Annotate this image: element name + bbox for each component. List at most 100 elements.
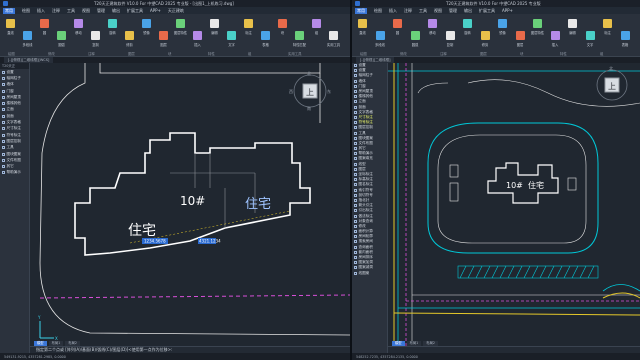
ribbon-button[interactable]: 旋转 (105, 16, 120, 35)
ribbon-button[interactable]: 图层特性 (530, 16, 545, 35)
ribbon-button[interactable]: 表格 (258, 28, 273, 47)
menu-square-icon (354, 79, 357, 83)
menu-item[interactable]: APP+ (502, 8, 513, 13)
ribbon-button[interactable]: 图层 (156, 28, 171, 47)
ribbon-button[interactable]: 文字 (224, 28, 239, 47)
menu-item[interactable]: 注释 (404, 8, 412, 14)
ribbon-button[interactable]: 圆 (37, 16, 52, 35)
ribbon-button[interactable]: 表格 (618, 28, 633, 47)
ribbon-button[interactable]: 图层 (513, 28, 528, 47)
ribbon-button[interactable]: 移动 (71, 16, 86, 35)
menu-item[interactable]: 常用 (3, 7, 15, 14)
menu-square-icon (2, 70, 5, 74)
cad-drawing: 10# 住宅 住宅 1234.5678 4321.1234 上 北 南 东 西 … (37, 63, 350, 341)
menu-item[interactable]: 管理 (449, 8, 457, 14)
command-line[interactable] (388, 346, 640, 353)
sidebar-item-label: 图块图案 (6, 151, 21, 156)
ribbon-button[interactable]: 修剪 (122, 28, 137, 47)
drawing-canvas[interactable]: 10# 住宅 住宅 1234.5678 4321.1234 上 北 南 东 西 … (30, 63, 350, 346)
menu-item[interactable]: 输出 (112, 8, 120, 14)
ribbon-button[interactable]: 多段线 (373, 28, 388, 47)
menu-item[interactable]: 工具 (419, 8, 427, 14)
ribbon-button[interactable]: 编辑 (207, 16, 222, 35)
menu-square-icon (354, 230, 357, 234)
menu-item[interactable]: 扩展工具 (127, 8, 143, 14)
ribbon-button-label: 多段线 (375, 43, 385, 47)
ribbon-button[interactable]: 镜像 (495, 16, 510, 35)
ribbon-button[interactable]: 实用工具 (326, 28, 341, 47)
tool-icon (533, 19, 542, 28)
menu-item[interactable]: 常用 (355, 7, 367, 14)
menu-item[interactable]: 天正建筑 (168, 8, 184, 14)
ribbon-button-label: 文字 (586, 43, 594, 47)
app-icon[interactable] (3, 1, 8, 6)
menu-square-icon (354, 100, 357, 104)
menu-item[interactable]: 输出 (464, 8, 472, 14)
menu-square-icon (354, 105, 357, 109)
drawing-canvas[interactable]: 10# 住宅 上 北 (388, 63, 640, 346)
menu-square-icon (354, 152, 357, 156)
menu-item[interactable]: 插入 (37, 8, 45, 14)
tool-icon (6, 19, 15, 28)
menu-item[interactable]: APP+ (150, 8, 161, 13)
ribbon-button[interactable]: 插入 (190, 28, 205, 47)
menu-item[interactable]: 扩展工具 (479, 8, 495, 14)
sidebar-item-label: 文件布图 (6, 157, 21, 162)
menu-item[interactable]: 注释 (52, 8, 60, 14)
menu-item[interactable]: 绘图 (374, 8, 382, 14)
ribbon-button[interactable]: 直线 (355, 16, 370, 35)
ribbon-button-label: 标注 (245, 31, 252, 35)
command-line[interactable]: 指定第二个点或 [阵列(A)/基面(B)/弧线(C)/图层(D)]<使用第一点作… (30, 346, 350, 353)
menu-square-icon (2, 102, 5, 106)
ribbon-button-label: 文字 (228, 43, 235, 47)
ribbon-button[interactable]: 镜像 (139, 16, 154, 35)
ribbon-button[interactable]: 复制 (88, 28, 103, 47)
ribbon-group-label: 特性 (208, 52, 215, 56)
ribbon-button[interactable]: 组 (309, 16, 324, 35)
ribbon-button[interactable]: 修剪 (478, 28, 493, 47)
ribbon-button[interactable]: 多段线 (20, 28, 35, 47)
sidebar-item-label: 其它 (6, 164, 14, 169)
ribbon-button[interactable]: 特性匹配 (292, 28, 307, 47)
ribbon-button[interactable]: 直线 (3, 16, 18, 35)
ribbon-button[interactable]: 编辑 (565, 16, 580, 35)
menu-item[interactable]: 视图 (82, 8, 90, 14)
menu-square-icon (2, 139, 5, 143)
app-icon[interactable] (355, 1, 360, 6)
menu-item[interactable]: 工具 (67, 8, 75, 14)
tangent-sidebar: 设置 设置 轴网柱子 墙体 门窗 房间屋顶 楼梯其他 立面 剖面 文字表格 尺寸标注 符号标注 图层控制… (352, 63, 388, 360)
ribbon-button[interactable]: 圆弧 (408, 28, 423, 47)
ribbon-button-label: 复制 (92, 43, 99, 47)
ribbon-button-label: 圆弧 (58, 43, 65, 47)
sidebar-item[interactable]: 线图案 (352, 271, 387, 276)
residence-label-blue: 住宅 (245, 197, 271, 212)
ribbon-button[interactable]: 文字 (583, 28, 598, 47)
menu-square-icon (354, 84, 357, 88)
menu-bar: 常用 绘图 插入 注释 工具 视图 管理 输出 扩展工具 APP+ 天正建筑 (0, 7, 350, 14)
menu-square-icon (354, 188, 357, 192)
tool-icon (295, 31, 304, 40)
menu-item[interactable]: 绘图 (22, 8, 30, 14)
ribbon-button[interactable]: 插入 (548, 28, 563, 47)
sidebar-item[interactable]: 帮助演示 (0, 170, 29, 176)
tool-icon (393, 19, 402, 28)
ribbon-button[interactable]: 块 (275, 16, 290, 35)
ribbon-button[interactable]: 圆弧 (54, 28, 69, 47)
menu-square-icon (354, 136, 357, 140)
sidebar-item-label: 线图案 (358, 270, 370, 275)
ribbon-button[interactable]: 移动 (425, 16, 440, 35)
ribbon-button-label: 块 (280, 31, 285, 35)
ribbon-button[interactable]: 标注 (600, 16, 615, 35)
tool-icon (74, 19, 83, 28)
tool-icon (620, 31, 630, 40)
menu-item[interactable]: 视图 (434, 8, 442, 14)
ribbon-button[interactable]: 标注 (241, 16, 256, 35)
menu-item[interactable]: 管理 (97, 8, 105, 14)
ribbon-button[interactable]: 旋转 (460, 16, 475, 35)
ribbon-button[interactable]: 图层特性 (173, 16, 188, 35)
menu-item[interactable]: 插入 (389, 8, 397, 14)
ribbon-button[interactable]: 复制 (443, 28, 458, 47)
ribbon-group-label: 绘图 (360, 52, 367, 56)
menu-square-icon (354, 69, 357, 73)
ribbon-button[interactable]: 圆 (390, 16, 405, 35)
